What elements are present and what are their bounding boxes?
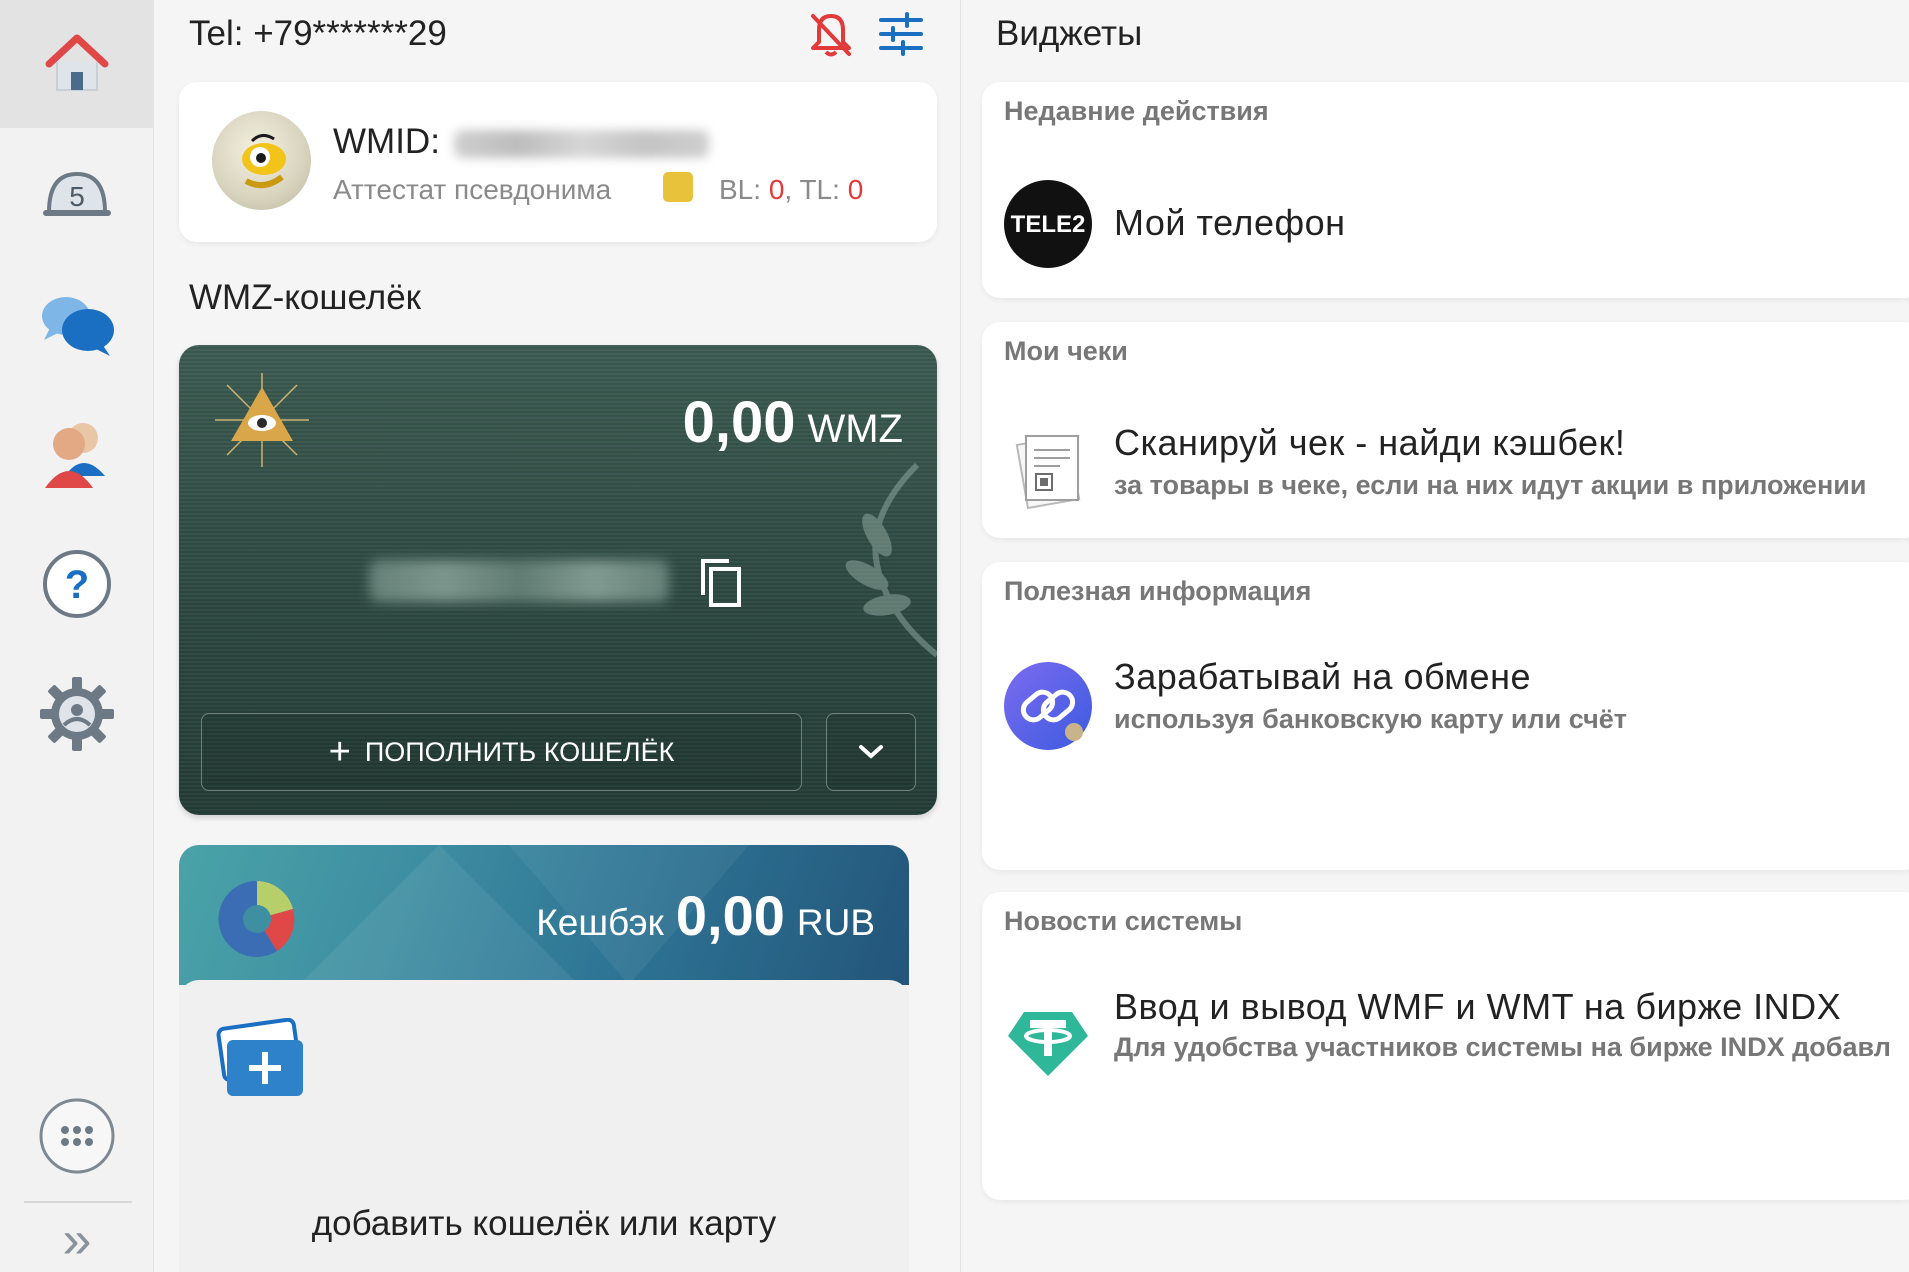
avatar-icon <box>242 134 286 189</box>
sidebar-item-home[interactable] <box>0 0 154 128</box>
add-card-icon <box>216 1018 303 1096</box>
sidebar-item-messages[interactable] <box>0 260 154 388</box>
exchange-link-icon <box>1004 662 1092 750</box>
widget-news[interactable]: Новости системы Ввод и вывод WMF и WMT н… <box>982 892 1909 1200</box>
wallet-column: Tel: +79*******29 WMID: Аттестат псевдон… <box>155 0 961 1272</box>
home-icon <box>45 34 109 91</box>
help-icon: ? <box>43 550 111 618</box>
widgets-title: Виджеты <box>996 14 1143 53</box>
cashback-card[interactable]: Кешбэк 0,00 RUB добавить кошелёк или карту <box>179 845 909 1272</box>
widget-receipts-label: Мои чеки <box>1004 336 1128 366</box>
bell-off-icon[interactable] <box>807 10 855 58</box>
bl-tl-info: BL: 0, TL: 0 <box>719 174 864 205</box>
wallet-section-title: WMZ-кошелёк <box>189 278 421 317</box>
wallet-number-blurred <box>369 560 669 602</box>
widget-useful-title: Зарабатывай на обмене <box>1114 656 1531 697</box>
widget-receipts-title: Сканируй чек - найди кэшбек! <box>1114 422 1626 463</box>
attestat-label[interactable]: Аттестат псевдонима <box>333 174 611 206</box>
sidebar-expand-button[interactable]: » <box>0 1208 154 1272</box>
sidebar: 5 ? » <box>0 0 154 1272</box>
widget-news-subtitle: Для удобства участников системы на бирже… <box>1114 1032 1891 1062</box>
sidebar-item-settings[interactable] <box>0 650 154 778</box>
wmid-value-blurred <box>454 130 709 158</box>
add-wallet-area[interactable]: добавить кошелёк или карту <box>179 980 909 1272</box>
widget-receipts[interactable]: Мои чеки Сканируй чек - найди кэшбек! за… <box>982 322 1909 538</box>
wmid-label: WMID: <box>333 122 440 161</box>
chevron-down-icon <box>859 745 883 759</box>
widget-useful-label: Полезная информация <box>1004 576 1312 606</box>
widget-recent[interactable]: Недавние действия TELE2 Мой телефон <box>982 82 1909 298</box>
avatar <box>212 111 311 210</box>
receipt-icon <box>1015 434 1081 510</box>
sidebar-item-help[interactable]: ? <box>0 520 154 648</box>
wallet-card[interactable]: 0,00 WMZ + ПОПОЛНИТЬ КОШЕЛЁК <box>179 345 937 815</box>
widget-news-label: Новости системы <box>1004 906 1243 936</box>
widget-recent-label: Недавние действия <box>1004 96 1269 126</box>
sidebar-divider <box>24 1201 132 1203</box>
bell-count-icon: 5 <box>43 171 111 216</box>
wallet-balance: 0,00 WMZ <box>682 390 903 455</box>
profile-card[interactable]: WMID: Аттестат псевдонима BL: 0, TL: 0 <box>179 82 937 242</box>
tele2-logo-icon: TELE2 <box>1004 180 1092 268</box>
apps-grid-icon <box>39 1098 115 1174</box>
attestat-badge-icon <box>663 172 693 202</box>
sidebar-item-contacts[interactable] <box>0 390 154 518</box>
svg-text:?: ? <box>65 563 89 607</box>
wallet-actions-dropdown[interactable] <box>826 713 916 791</box>
widget-news-title: Ввод и вывод WMF и WMT на бирже INDX <box>1114 986 1842 1027</box>
sliders-icon[interactable] <box>877 10 925 58</box>
widget-useful[interactable]: Полезная информация Зарабатывай на обмен… <box>982 562 1909 870</box>
sidebar-item-notifications[interactable]: 5 <box>0 130 154 258</box>
copy-icon[interactable] <box>697 555 747 611</box>
cashback-header: Кешбэк 0,00 RUB <box>179 845 909 985</box>
double-chevron-icon: » <box>62 1211 92 1269</box>
eye-pyramid-icon <box>215 373 309 467</box>
contacts-icon <box>45 423 105 488</box>
widget-useful-subtitle: используя банковскую карту или счёт <box>1114 704 1627 734</box>
svg-text:TELE2: TELE2 <box>1011 211 1086 238</box>
topup-wallet-button[interactable]: + ПОПОЛНИТЬ КОШЕЛЁК <box>201 713 802 791</box>
cashback-balance: Кешбэк 0,00 RUB <box>536 884 875 947</box>
add-wallet-label: добавить кошелёк или карту <box>311 1204 777 1243</box>
cashback-chart-icon <box>218 880 295 957</box>
sidebar-item-apps[interactable] <box>0 1072 154 1200</box>
widget-receipts-subtitle: за товары в чеке, если на них идут акции… <box>1114 470 1867 500</box>
tether-icon <box>1004 992 1092 1080</box>
wallet-emblem-icon <box>845 462 937 658</box>
notification-count: 5 <box>69 181 85 212</box>
widgets-column: Виджеты Недавние действия TELE2 Мой теле… <box>962 0 1909 1272</box>
gear-icon <box>40 677 114 751</box>
phone-number: Tel: +79*******29 <box>189 14 447 53</box>
plus-icon: + <box>328 730 351 773</box>
widget-recent-title: Мой телефон <box>1114 202 1346 243</box>
chat-bubbles-icon <box>42 297 114 356</box>
